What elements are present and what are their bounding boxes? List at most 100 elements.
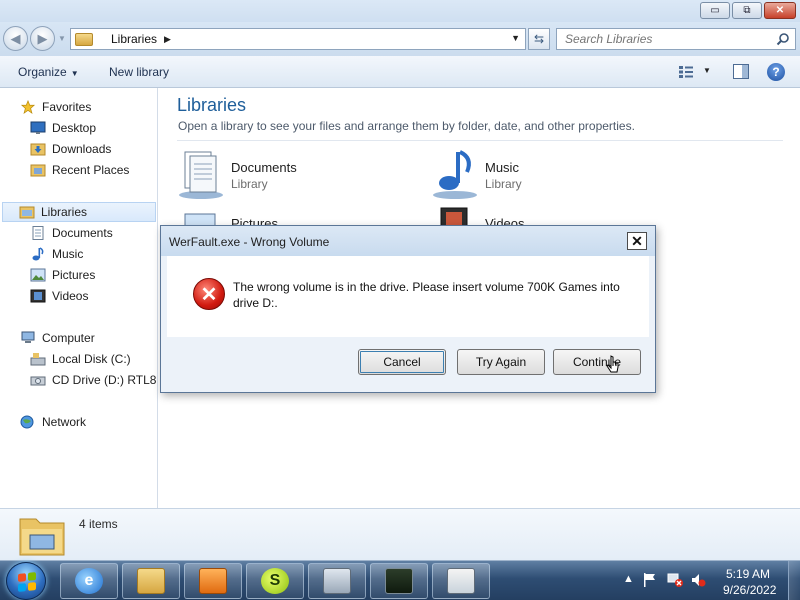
nav-cd-drive[interactable]: CD Drive (D:) RTL8139 xyxy=(30,370,157,390)
forward-button[interactable]: ▶ xyxy=(30,26,55,51)
chevron-down-icon: ▼ xyxy=(70,69,79,78)
network-disconnected-icon[interactable] xyxy=(666,572,684,588)
page-title: Libraries xyxy=(177,95,247,115)
nav-libraries-label: Libraries xyxy=(41,205,88,219)
recent-places-icon xyxy=(30,164,46,177)
nav-desktop-label: Desktop xyxy=(52,121,97,135)
organize-menu[interactable]: Organize ▼ xyxy=(18,65,79,79)
action-center-flag-icon[interactable] xyxy=(642,572,658,588)
dialog-titlebar: WerFault.exe - Wrong Volume ✕ xyxy=(161,226,655,256)
nav-network[interactable]: Network xyxy=(20,412,86,432)
taskbar-app-s[interactable]: S xyxy=(246,563,304,599)
taskbar-monitor-app[interactable] xyxy=(370,563,428,599)
library-tile-documents[interactable]: Documents Library xyxy=(177,150,407,206)
nav-local-disk[interactable]: Local Disk (C:) xyxy=(30,349,131,369)
nav-local-disk-label: Local Disk (C:) xyxy=(52,352,131,366)
refresh-icon: ⇆ xyxy=(533,32,545,46)
library-tile-music[interactable]: Music Library xyxy=(431,150,661,206)
window-app-icon xyxy=(447,568,475,594)
mouse-cursor-icon xyxy=(606,355,619,373)
nav-libraries[interactable]: Libraries xyxy=(2,202,156,222)
help-icon[interactable]: ? xyxy=(767,63,785,81)
recent-pages-dropdown[interactable]: ▼ xyxy=(58,34,66,43)
address-bar[interactable]: Libraries ▶ ▼ xyxy=(70,28,526,50)
page-subtitle: Open a library to see your files and arr… xyxy=(178,119,635,133)
taskbar-window-app[interactable] xyxy=(432,563,490,599)
cd-drive-icon xyxy=(30,376,46,386)
nav-recent-places-label: Recent Places xyxy=(52,163,130,177)
taskbar: e S ▲ 5:19 AM 9/26/2022 xyxy=(0,560,800,600)
breadcrumb-libraries[interactable]: Libraries xyxy=(111,32,157,46)
windows-explorer-icon xyxy=(137,568,165,594)
nav-desktop[interactable]: Desktop xyxy=(30,118,96,138)
music-library-icon xyxy=(433,150,477,199)
search-input[interactable] xyxy=(557,29,767,49)
nav-recent-places[interactable]: Recent Places xyxy=(30,160,129,180)
nav-documents[interactable]: Documents xyxy=(30,223,113,243)
refresh-button[interactable]: ⇆ xyxy=(528,28,550,50)
desktop-icon xyxy=(30,121,46,134)
try-again-button[interactable]: Try Again xyxy=(457,349,545,375)
window-controls: ▭ ⧉ ✕ xyxy=(700,2,796,19)
nav-pictures[interactable]: Pictures xyxy=(30,265,95,285)
item-count: 4 items xyxy=(79,517,118,531)
nav-music[interactable]: Music xyxy=(30,244,83,264)
taskbar-windows-explorer[interactable] xyxy=(122,563,180,599)
cancel-button[interactable]: Cancel xyxy=(358,349,446,375)
documents-icon xyxy=(32,226,44,240)
error-message: The wrong volume is in the drive. Please… xyxy=(233,280,620,310)
windows-logo-icon xyxy=(18,572,36,592)
media-player-icon xyxy=(199,568,227,594)
taskbar-internet-explorer[interactable]: e xyxy=(60,563,118,599)
dialog-title: WerFault.exe - Wrong Volume xyxy=(169,235,330,249)
minimize-button[interactable]: ▭ xyxy=(700,2,730,19)
computer-icon xyxy=(21,331,35,343)
taskbar-media-player[interactable] xyxy=(184,563,242,599)
change-view-icon[interactable] xyxy=(678,65,694,79)
clock-time[interactable]: 5:19 AM xyxy=(726,567,770,581)
show-hidden-icons-button[interactable]: ▲ xyxy=(623,573,634,585)
volume-muted-icon[interactable] xyxy=(690,572,706,588)
nav-videos[interactable]: Videos xyxy=(30,286,88,306)
view-options-dropdown-icon[interactable]: ▼ xyxy=(703,66,711,75)
nav-favorites[interactable]: Favorites xyxy=(20,97,91,117)
start-button[interactable] xyxy=(6,562,46,600)
nav-videos-label: Videos xyxy=(52,289,89,303)
address-dropdown-icon[interactable]: ▼ xyxy=(511,33,520,43)
pictures-icon xyxy=(30,268,46,282)
dialog-body: ✕ The wrong volume is in the drive. Plea… xyxy=(167,256,649,337)
breadcrumb-chevron-icon[interactable]: ▶ xyxy=(164,34,171,45)
documents-library-icon xyxy=(179,151,223,199)
maximize-button[interactable]: ⧉ xyxy=(732,2,762,19)
new-library-button[interactable]: New library xyxy=(109,65,169,79)
organize-label: Organize xyxy=(18,65,67,79)
clock-date[interactable]: 9/26/2022 xyxy=(723,583,776,597)
close-button[interactable]: ✕ xyxy=(764,2,796,19)
recycle-icon xyxy=(323,568,351,594)
dialog-close-button[interactable]: ✕ xyxy=(627,232,647,250)
nav-cd-drive-label: CD Drive (D:) RTL8139 xyxy=(52,373,157,387)
back-button[interactable]: ◀ xyxy=(3,26,28,51)
library-type: Library xyxy=(485,177,522,191)
nav-computer[interactable]: Computer xyxy=(20,328,95,348)
library-type: Library xyxy=(231,177,268,191)
videos-icon xyxy=(30,289,46,303)
show-desktop-button[interactable] xyxy=(788,561,800,600)
window-titlebar: ▭ ⧉ ✕ xyxy=(0,0,800,22)
libraries-icon xyxy=(19,206,35,219)
taskbar-recycle-app[interactable] xyxy=(308,563,366,599)
search-icon[interactable] xyxy=(776,32,790,46)
nav-downloads[interactable]: Downloads xyxy=(30,139,111,159)
search-box[interactable] xyxy=(556,28,796,50)
nav-computer-label: Computer xyxy=(42,331,95,345)
details-pane: 4 items xyxy=(0,508,800,560)
close-icon: ✕ xyxy=(631,232,643,249)
library-name: Documents xyxy=(231,160,297,175)
nav-documents-label: Documents xyxy=(52,226,113,240)
divider xyxy=(177,140,783,141)
preview-pane-icon[interactable] xyxy=(733,64,749,79)
network-icon xyxy=(20,415,34,429)
continue-button[interactable]: Continue xyxy=(553,349,641,375)
address-row: ◀ ▶ ▼ Libraries ▶ ▼ ⇆ xyxy=(0,22,800,56)
nav-pictures-label: Pictures xyxy=(52,268,96,282)
